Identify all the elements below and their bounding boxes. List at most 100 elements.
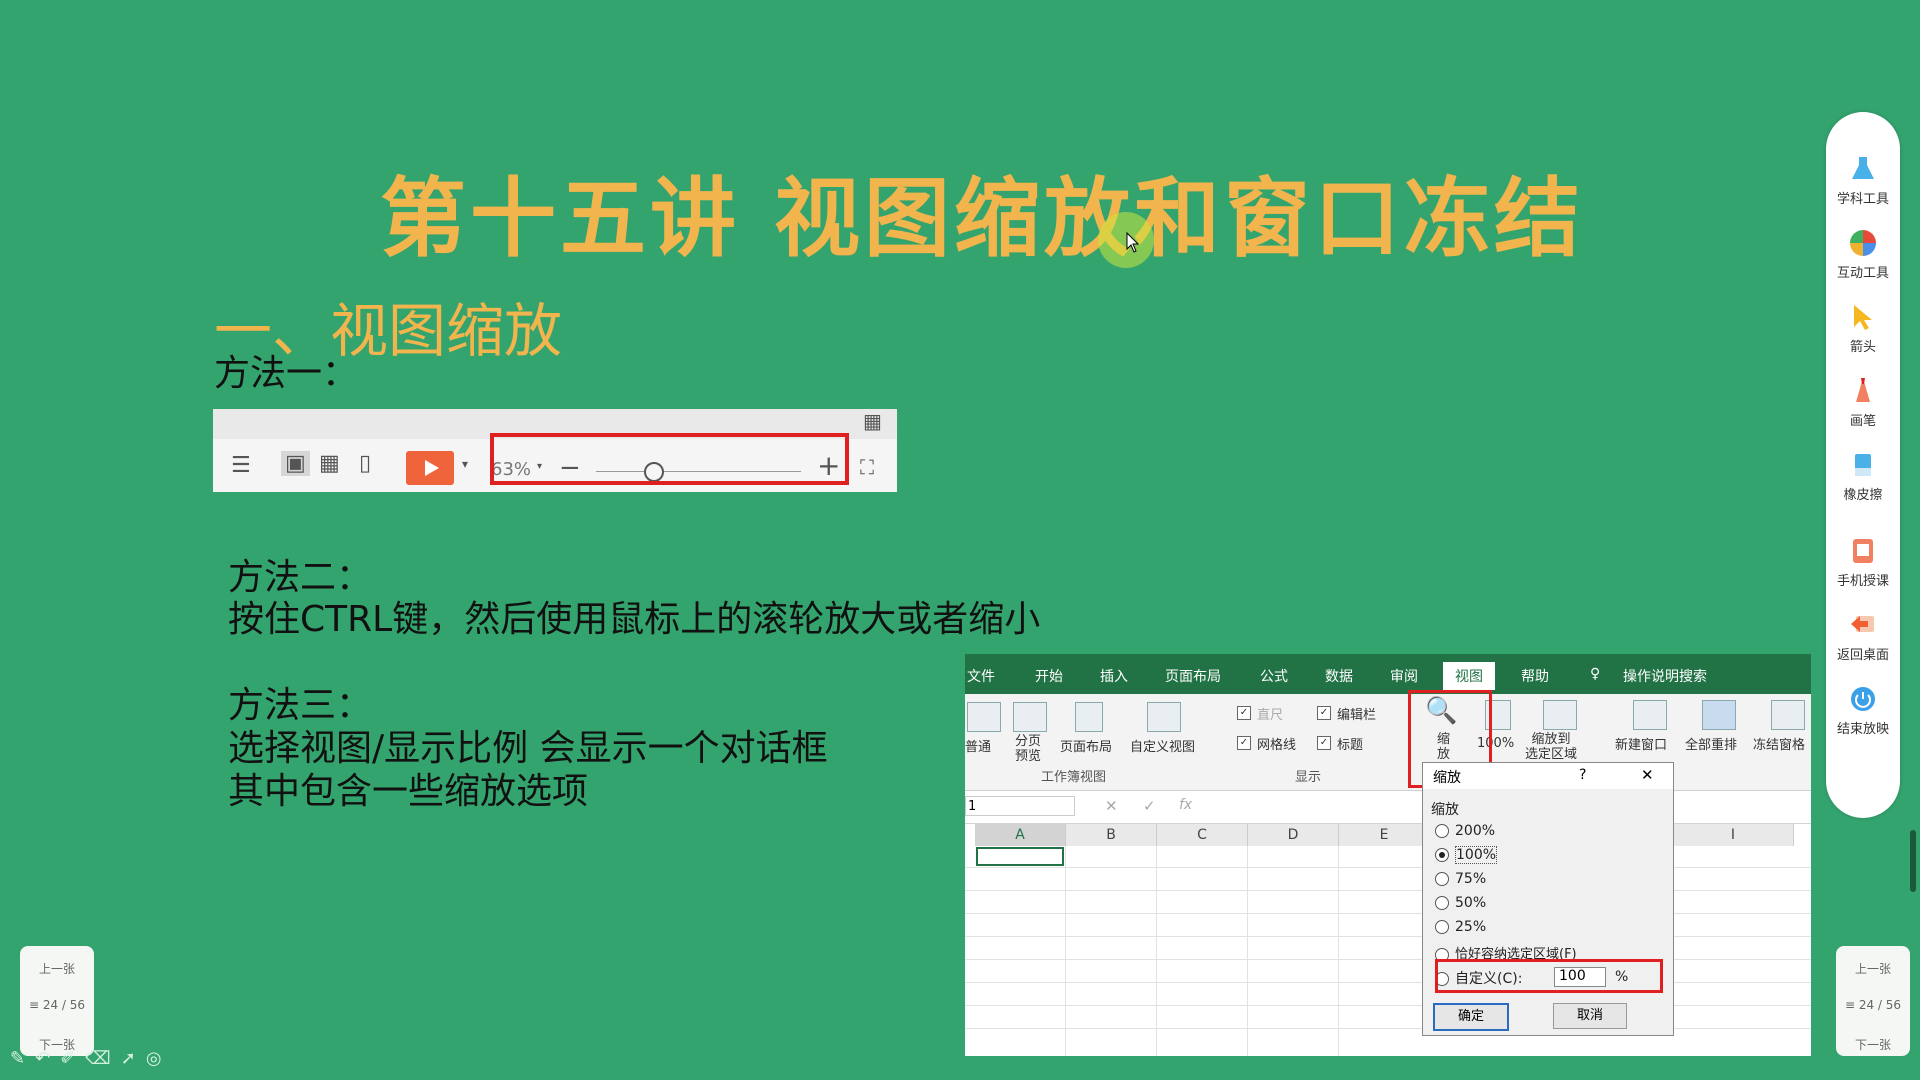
freeze-panes-icon[interactable] [1771, 700, 1805, 730]
phone-qr-icon [1853, 539, 1873, 563]
mobile-teaching[interactable]: 手机授课 [1826, 536, 1900, 589]
new-window-label: 新建窗口 [1615, 738, 1668, 753]
grid-row-line [965, 1005, 1811, 1006]
tab-view[interactable]: 视图 [1443, 662, 1495, 690]
radio-icon[interactable] [1435, 824, 1449, 838]
column-header-c[interactable]: C [1157, 824, 1248, 846]
page-break-icon[interactable] [1013, 702, 1047, 732]
page-indicator[interactable]: ≡ 24 / 56 [20, 998, 94, 1012]
option-25[interactable]: 25% [1435, 919, 1486, 935]
cancel-x-icon[interactable]: ✕ [1105, 797, 1118, 815]
nav-panel-left: 上一张 ≡ 24 / 56 下一张 [20, 946, 94, 1056]
play-button[interactable] [406, 451, 454, 485]
return-desktop[interactable]: 返回桌面 [1826, 610, 1900, 663]
gridlines-checkbox[interactable]: ✓ [1237, 736, 1251, 750]
presenter-tool-panel: 学科工具 互动工具 箭头 画笔 橡皮擦 手机授课 返回桌面 结束放映 [1826, 112, 1900, 818]
radio-selected-icon[interactable] [1435, 848, 1449, 862]
cancel-button[interactable]: 取消 [1553, 1003, 1627, 1029]
tab-insert[interactable]: 插入 [1100, 666, 1128, 686]
option-200[interactable]: 200% [1435, 823, 1495, 839]
ok-button[interactable]: 确定 [1433, 1003, 1509, 1031]
arrange-all-icon[interactable] [1702, 700, 1736, 730]
scroll-indicator[interactable] [1910, 830, 1916, 892]
tab-data[interactable]: 数据 [1325, 666, 1353, 686]
normal-view-icon[interactable]: ▣ [281, 451, 310, 476]
page-break-label: 分页 预览 [1015, 734, 1042, 764]
zoom-selection-icon[interactable] [1543, 700, 1577, 730]
power-icon [1851, 687, 1875, 711]
eraser-tool[interactable]: 橡皮擦 [1826, 450, 1900, 503]
tab-home[interactable]: 开始 [1035, 666, 1063, 686]
fit-window-icon[interactable]: ⛶ [860, 455, 874, 479]
undo-icon[interactable]: ↶ [35, 1048, 60, 1069]
reading-view-icon[interactable]: ▯ [359, 451, 371, 476]
grid-row-line [965, 890, 1811, 891]
normal-view-icon[interactable] [967, 702, 1001, 732]
name-box[interactable]: 1 [965, 796, 1075, 816]
ruler-checkbox[interactable]: ✓ [1237, 706, 1251, 720]
function-fx-icon[interactable]: fx [1179, 797, 1192, 813]
excel-screenshot: 文件 开始 插入 页面布局 公式 数据 审阅 视图 帮助 ♀ 操作说明搜索 普通… [965, 654, 1811, 1056]
method3-line2: 其中包含一些缩放选项 [228, 771, 589, 812]
pen-tool[interactable]: 画笔 [1826, 376, 1900, 429]
close-icon[interactable]: ✕ [1641, 766, 1654, 784]
menu-list-icon[interactable]: ☰ [231, 453, 251, 478]
pinwheel-icon [1850, 230, 1876, 256]
marker-icon[interactable]: ✐ [60, 1048, 85, 1069]
grid-col-line [1338, 846, 1339, 1056]
column-header-i[interactable]: I [1673, 824, 1794, 846]
subject-tools[interactable]: 学科工具 [1826, 154, 1900, 207]
column-header-e[interactable]: E [1339, 824, 1430, 846]
selected-cell-a1[interactable] [976, 847, 1064, 866]
page-layout-icon[interactable] [1075, 702, 1103, 732]
option-75[interactable]: 75% [1435, 871, 1486, 887]
column-header-d[interactable]: D [1248, 824, 1339, 846]
radio-icon[interactable] [1435, 920, 1449, 934]
help-icon[interactable]: ? [1579, 767, 1586, 783]
annotation-toolbar: ✎↶✐⌫➚◎ [10, 1048, 172, 1069]
grid-row-line [965, 913, 1811, 914]
tab-page-layout[interactable]: 页面布局 [1165, 666, 1221, 686]
prev-slide-button[interactable]: 上一张 [20, 960, 94, 977]
dialog-titlebar: 缩放 ? ✕ [1423, 763, 1673, 789]
tab-help[interactable]: 帮助 [1521, 666, 1549, 686]
tab-file[interactable]: 文件 [967, 666, 995, 686]
end-slideshow[interactable]: 结束放映 [1826, 684, 1900, 737]
grid-col-line [1156, 846, 1157, 1056]
zoom-group-label: 缩放 [1431, 802, 1459, 818]
new-window-icon[interactable] [1633, 700, 1667, 730]
tab-formulas[interactable]: 公式 [1260, 666, 1288, 686]
mouse-cursor-icon [1126, 232, 1140, 253]
return-arrow-icon [1851, 616, 1874, 632]
zoom-selection-label: 缩放到 选定区域 [1525, 732, 1578, 762]
prev-slide-button[interactable]: 上一张 [1836, 960, 1910, 977]
grid-apps-icon[interactable]: ▦ [863, 409, 882, 433]
slide-title: 第十五讲 视图缩放和窗口冻结 [380, 169, 1584, 269]
pen-icon[interactable]: ✎ [10, 1048, 35, 1069]
column-header-b[interactable]: B [1066, 824, 1157, 846]
radio-icon[interactable] [1435, 896, 1449, 910]
radio-icon[interactable] [1435, 872, 1449, 886]
eraser-icon[interactable]: ⌫ [85, 1048, 120, 1069]
method2-label: 方法二： [228, 557, 373, 598]
option-50[interactable]: 50% [1435, 895, 1486, 911]
arrow-tool[interactable]: 箭头 [1826, 302, 1900, 355]
tell-me-search[interactable]: 操作说明搜索 [1623, 666, 1707, 686]
grid-row-line [965, 867, 1811, 868]
confirm-check-icon[interactable]: ✓ [1143, 797, 1156, 815]
pointer-icon[interactable]: ➚ [121, 1048, 146, 1069]
column-header-a[interactable]: A [975, 824, 1066, 846]
page-indicator[interactable]: ≡ 24 / 56 [1836, 998, 1910, 1012]
method3-label: 方法三： [228, 685, 373, 726]
headings-checkbox[interactable]: ✓ [1317, 736, 1331, 750]
tab-review[interactable]: 审阅 [1390, 666, 1418, 686]
next-slide-button[interactable]: 下一张 [1836, 1036, 1910, 1053]
interactive-tools[interactable]: 互动工具 [1826, 228, 1900, 281]
arrange-all-label: 全部重排 [1685, 738, 1738, 753]
play-dropdown-icon[interactable]: ▾ [462, 457, 468, 471]
target-icon[interactable]: ◎ [146, 1048, 172, 1069]
formula-bar-checkbox[interactable]: ✓ [1317, 706, 1331, 720]
slide-sorter-icon[interactable]: ▦ [319, 451, 340, 476]
custom-view-icon[interactable] [1147, 702, 1181, 732]
option-100[interactable]: 100% [1435, 846, 1498, 864]
